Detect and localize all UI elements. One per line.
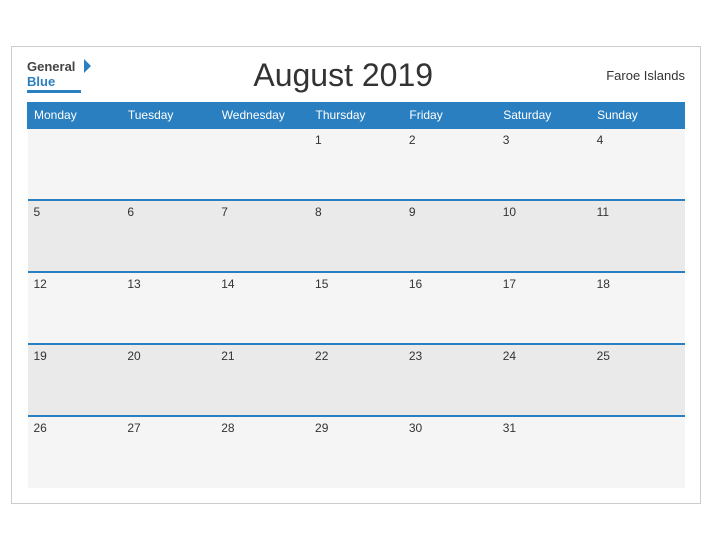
calendar-cell: 9 <box>403 200 497 272</box>
day-number: 3 <box>503 133 510 147</box>
day-number: 18 <box>597 277 610 291</box>
day-number: 21 <box>221 349 234 363</box>
calendar-cell: 24 <box>497 344 591 416</box>
calendar-cell: 4 <box>591 128 685 200</box>
calendar-cell: 23 <box>403 344 497 416</box>
day-number: 22 <box>315 349 328 363</box>
day-number: 12 <box>34 277 47 291</box>
calendar-cell: 25 <box>591 344 685 416</box>
weekday-header-saturday: Saturday <box>497 103 591 129</box>
calendar-cell: 21 <box>215 344 309 416</box>
logo: General Blue <box>27 59 91 93</box>
day-number: 16 <box>409 277 422 291</box>
day-number: 17 <box>503 277 516 291</box>
weekday-header-row: MondayTuesdayWednesdayThursdayFridaySatu… <box>28 103 685 129</box>
calendar-cell: 12 <box>28 272 122 344</box>
week-row-4: 19 20 21 22 23 24 25 <box>28 344 685 416</box>
day-number: 25 <box>597 349 610 363</box>
day-number: 30 <box>409 421 422 435</box>
calendar-cell: 31 <box>497 416 591 488</box>
calendar-cell: 1 <box>309 128 403 200</box>
weekday-header-friday: Friday <box>403 103 497 129</box>
logo-blue: Blue <box>27 74 55 89</box>
day-number: 2 <box>409 133 416 147</box>
calendar-cell: 26 <box>28 416 122 488</box>
day-number: 13 <box>127 277 140 291</box>
day-number: 11 <box>597 205 609 219</box>
day-number: 28 <box>221 421 234 435</box>
calendar-cell <box>121 128 215 200</box>
calendar-cell: 6 <box>121 200 215 272</box>
day-number: 10 <box>503 205 516 219</box>
calendar-cell: 22 <box>309 344 403 416</box>
calendar-cell: 8 <box>309 200 403 272</box>
day-number: 6 <box>127 205 134 219</box>
day-number: 8 <box>315 205 322 219</box>
day-number: 23 <box>409 349 422 363</box>
weekday-header-wednesday: Wednesday <box>215 103 309 129</box>
day-number: 4 <box>597 133 604 147</box>
day-number: 24 <box>503 349 516 363</box>
day-number: 31 <box>503 421 516 435</box>
calendar-container: General Blue August 2019 Faroe Islands M… <box>11 46 701 504</box>
calendar-cell <box>28 128 122 200</box>
day-number: 15 <box>315 277 328 291</box>
calendar-cell: 30 <box>403 416 497 488</box>
calendar-cell: 28 <box>215 416 309 488</box>
day-number: 5 <box>34 205 41 219</box>
calendar-cell: 19 <box>28 344 122 416</box>
calendar-cell: 14 <box>215 272 309 344</box>
calendar-cell: 11 <box>591 200 685 272</box>
week-row-1: 1 2 3 4 <box>28 128 685 200</box>
calendar-cell: 15 <box>309 272 403 344</box>
calendar-cell: 17 <box>497 272 591 344</box>
logo-flag-icon <box>77 59 91 73</box>
day-number: 14 <box>221 277 234 291</box>
calendar-grid: MondayTuesdayWednesdayThursdayFridaySatu… <box>27 102 685 488</box>
calendar-cell: 16 <box>403 272 497 344</box>
day-number: 27 <box>127 421 140 435</box>
calendar-cell: 2 <box>403 128 497 200</box>
calendar-cell: 10 <box>497 200 591 272</box>
calendar-cell: 18 <box>591 272 685 344</box>
calendar-cell: 20 <box>121 344 215 416</box>
weekday-header-monday: Monday <box>28 103 122 129</box>
weekday-header-tuesday: Tuesday <box>121 103 215 129</box>
logo-general: General <box>27 59 75 74</box>
logo-underline <box>27 90 81 93</box>
day-number: 26 <box>34 421 47 435</box>
calendar-cell <box>215 128 309 200</box>
week-row-3: 12 13 14 15 16 17 18 <box>28 272 685 344</box>
day-number: 7 <box>221 205 228 219</box>
calendar-cell: 5 <box>28 200 122 272</box>
weekday-header-thursday: Thursday <box>309 103 403 129</box>
calendar-cell: 27 <box>121 416 215 488</box>
calendar-cell: 13 <box>121 272 215 344</box>
day-number: 29 <box>315 421 328 435</box>
week-row-5: 26 27 28 29 30 31 <box>28 416 685 488</box>
calendar-cell: 7 <box>215 200 309 272</box>
calendar-header: General Blue August 2019 Faroe Islands <box>27 57 685 94</box>
calendar-cell: 29 <box>309 416 403 488</box>
calendar-cell: 3 <box>497 128 591 200</box>
calendar-region: Faroe Islands <box>595 68 685 83</box>
day-number: 19 <box>34 349 47 363</box>
weekday-header-sunday: Sunday <box>591 103 685 129</box>
day-number: 1 <box>315 133 322 147</box>
calendar-title: August 2019 <box>91 57 595 94</box>
calendar-cell <box>591 416 685 488</box>
day-number: 9 <box>409 205 416 219</box>
week-row-2: 5 6 7 8 9 10 11 <box>28 200 685 272</box>
day-number: 20 <box>127 349 140 363</box>
